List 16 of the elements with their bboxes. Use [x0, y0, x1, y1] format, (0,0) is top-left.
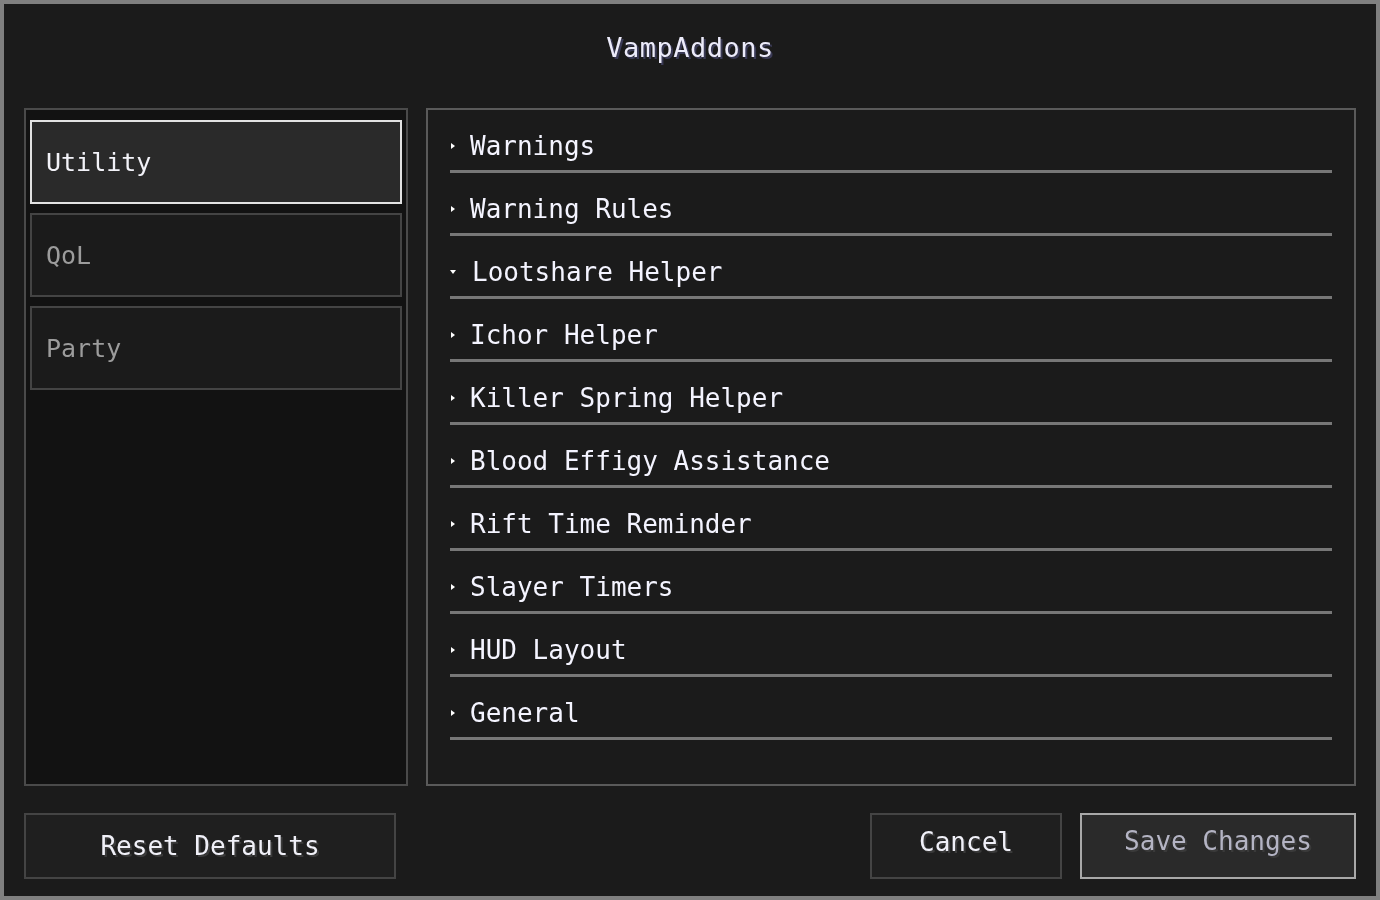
- section-header[interactable]: Ichor Helper: [450, 299, 1332, 362]
- category-tab[interactable]: Utility: [30, 120, 402, 204]
- category-tab[interactable]: Party: [30, 306, 402, 390]
- section-header[interactable]: Warnings: [450, 110, 1332, 173]
- category-tab[interactable]: QoL: [30, 213, 402, 297]
- section-header[interactable]: Rift Time Reminder: [450, 488, 1332, 551]
- section-header[interactable]: HUD Layout: [450, 614, 1332, 677]
- section-header[interactable]: Warning Rules: [450, 173, 1332, 236]
- section-header[interactable]: Slayer Timers: [450, 551, 1332, 614]
- section-header[interactable]: Killer Spring Helper: [450, 362, 1332, 425]
- section-header[interactable]: Blood Effigy Assistance: [450, 425, 1332, 488]
- section-header[interactable]: Lootshare Helper: [450, 236, 1332, 299]
- window-title: VampAddons: [606, 32, 774, 64]
- cancel-button[interactable]: Cancel: [870, 813, 1062, 879]
- section-header[interactable]: General: [450, 677, 1332, 740]
- reset-button[interactable]: Reset Defaults: [24, 813, 396, 879]
